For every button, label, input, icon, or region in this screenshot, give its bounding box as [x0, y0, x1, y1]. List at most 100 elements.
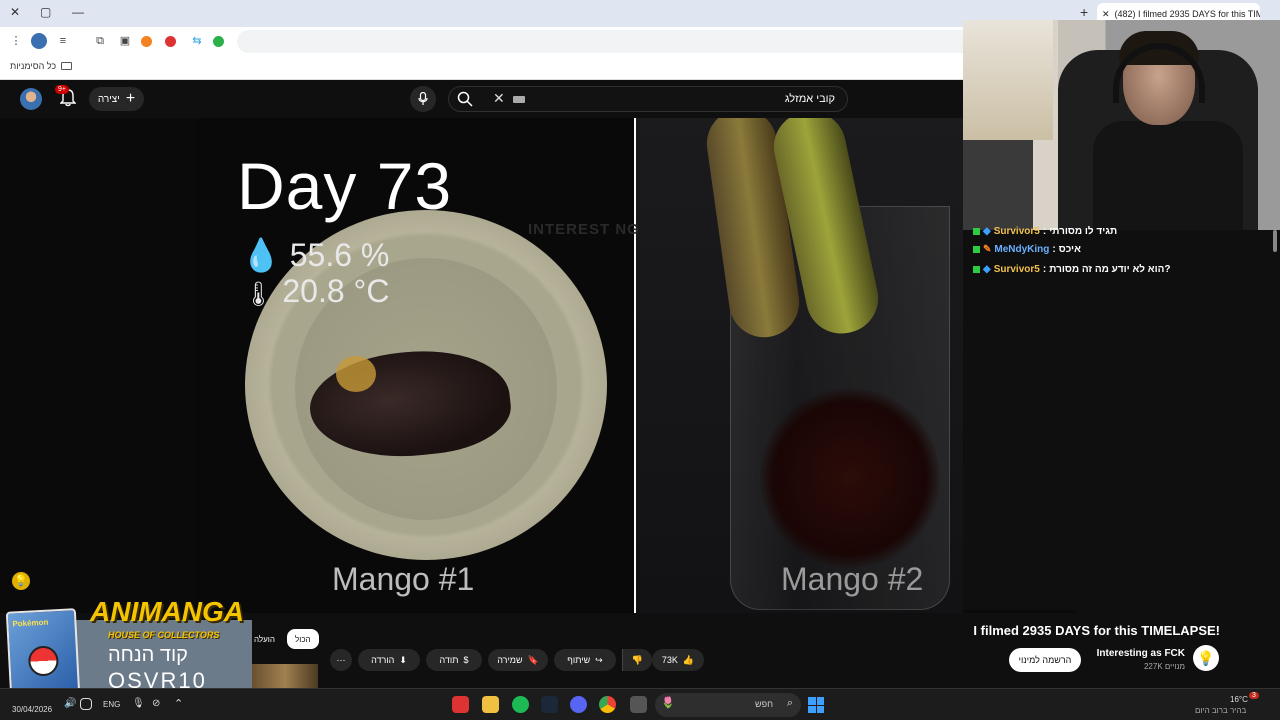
voice-search-button[interactable] [410, 86, 436, 112]
more-dots-icon: ⋯ [336, 654, 346, 665]
super-thanks-icon: $ [463, 655, 469, 665]
windows-start-icon[interactable] [808, 697, 824, 713]
address-bar[interactable] [237, 30, 977, 53]
chat-badge-icon: ◆ [983, 264, 991, 275]
download-button[interactable]: הורדה ⬇ [358, 649, 420, 671]
chat-badge-icon [973, 246, 980, 253]
microphone-tray-icon[interactable]: 🎙 [132, 698, 145, 710]
bed-image [963, 140, 1033, 230]
chat-scrollbar[interactable] [1273, 230, 1277, 252]
profile-icon[interactable] [31, 33, 47, 49]
network-icon[interactable] [80, 698, 92, 710]
display-off-icon[interactable]: ⊘ [152, 698, 164, 710]
windows-taskbar: 30/04/2026 🔊 ENG 🎙 ⊘ ⌃ 🌷 חפש ⌕ 16°C בהיר… [0, 688, 1280, 720]
animanga-subtitle: HOUSE OF COLLECTORS [108, 630, 220, 640]
chat-message: ◆ Survivor5 : הוא לא יודע מה זה מסורת? [973, 264, 1171, 275]
create-label: יצירה [97, 93, 120, 105]
filter-chip-uploads[interactable]: הועלה [250, 629, 279, 649]
channel-avatar[interactable]: 💡 [1193, 645, 1219, 671]
weather-temperature[interactable]: 16°C [1230, 695, 1248, 704]
humidity-value: 55.6 % [289, 237, 390, 273]
menu-icon[interactable]: ⋮ [8, 33, 24, 49]
day-counter: Day 73 [237, 149, 453, 223]
taskbar-date[interactable]: 30/04/2026 [12, 705, 52, 714]
subscribe-button[interactable]: הרשמה למינוי [1009, 648, 1081, 672]
video-player[interactable]: Day 73 💧 55.6 % 🌡 20.8 °C Mango #1 INTER… [0, 118, 1075, 613]
taskbar-app-yellow-icon[interactable] [482, 696, 499, 713]
dislike-button[interactable]: 👎 [622, 649, 652, 671]
sponsor-overlay: Pokémon ANIMANGA HOUSE OF COLLECTORS קוד… [5, 596, 252, 698]
tray-expand-icon[interactable]: ⌃ [174, 697, 186, 710]
humidity-readout: 💧 55.6 % [241, 236, 389, 274]
video-title: I filmed 2935 DAYS for this TIMELAPSE! [973, 623, 1220, 638]
spotify-icon[interactable] [512, 696, 529, 713]
chat-badge-icon [973, 266, 980, 273]
notifications-badge: 9+ [55, 85, 69, 94]
taskbar-search[interactable]: 🌷 חפש ⌕ [655, 693, 801, 717]
tab-groups-icon[interactable]: ▣ [117, 33, 133, 49]
extension-red-icon[interactable] [165, 36, 176, 47]
close-window-icon[interactable]: ✕ [10, 5, 20, 19]
live-chat: ◆ Survivor5 : תגיד לו מסורתי ✎ MeNdyKing… [963, 226, 1280, 610]
like-count: 73K [661, 655, 678, 665]
create-button[interactable]: יצירה + [89, 87, 144, 111]
chat-text: איכס [1058, 244, 1081, 255]
weather-notification-badge: 3 [1249, 692, 1259, 699]
more-actions-button[interactable]: ⋯ [330, 649, 352, 671]
maximize-window-icon[interactable]: ▢ [40, 5, 51, 19]
extensions-icon[interactable]: ⧉ [92, 33, 108, 49]
save-button[interactable]: שמירה 🔖 [488, 649, 548, 671]
chat-badge-icon: ◆ [983, 226, 991, 237]
like-button[interactable]: 73K 👍 [652, 649, 704, 671]
share-button[interactable]: שיתוף ↪ [554, 649, 616, 671]
filter-chip-all[interactable]: הכול [287, 629, 319, 649]
chrome-icon[interactable] [599, 696, 616, 713]
streamer-webcam [963, 20, 1280, 230]
channel-subscribers: 227K מנויים [1143, 662, 1185, 671]
thanks-button[interactable]: תודה $ [426, 649, 482, 671]
clear-search-icon[interactable]: ✕ [493, 90, 505, 107]
task-view-icon[interactable] [630, 696, 647, 713]
chat-badge-icon [973, 228, 980, 235]
taskbar-search-label: חפש [755, 699, 773, 709]
chat-username[interactable]: Survivor5 [994, 264, 1040, 275]
mango1-skin-image [336, 356, 376, 392]
taskbar-app-red-icon[interactable] [452, 696, 469, 713]
search-icon[interactable] [457, 91, 473, 107]
thumbs-down-icon: 👎 [631, 654, 644, 665]
reading-list-icon[interactable]: ≡ [55, 33, 71, 49]
chat-message: ◆ Survivor5 : תגיד לו מסורתי [973, 226, 1117, 237]
discord-icon[interactable] [570, 696, 587, 713]
thanks-label: תודה [439, 655, 459, 665]
extension-green-icon[interactable] [213, 36, 224, 47]
streamer-image [1093, 31, 1243, 230]
temperature-readout: 🌡 20.8 °C [243, 273, 389, 310]
language-indicator[interactable]: ENG [103, 700, 120, 709]
streamer-body [1093, 121, 1243, 230]
pokeball-icon [27, 645, 60, 677]
keyboard-icon[interactable] [513, 96, 525, 103]
droplet-icon: 💧 [241, 237, 281, 273]
volume-icon[interactable]: 🔊 [64, 698, 76, 710]
taskbar-search-widget-icon: 🌷 [661, 697, 675, 709]
weather-description: בהיר ברוב היום [1195, 706, 1247, 715]
chat-username[interactable]: Survivor5 [994, 226, 1040, 237]
search-input[interactable]: קובי אמזלג [785, 93, 835, 105]
steam-icon[interactable] [541, 696, 558, 713]
new-tab-button[interactable]: + [1080, 4, 1088, 20]
chat-username[interactable]: MeNdyKing [994, 244, 1049, 255]
recommended-video-thumbnail[interactable] [252, 664, 318, 688]
channel-name[interactable]: Interesting as FCK [1097, 648, 1185, 659]
extension-orange-icon[interactable] [141, 36, 152, 47]
thermometer-icon: 🌡 [243, 281, 274, 308]
extension-translate-icon[interactable]: ⇆ [189, 33, 205, 49]
all-bookmarks-button[interactable]: כל הסימניות [10, 61, 73, 71]
search-box[interactable]: ✕ קובי אמזלג [448, 86, 848, 112]
avatar[interactable] [20, 88, 42, 110]
all-bookmarks-label: כל הסימניות [10, 61, 57, 71]
share-arrow-icon: ↪ [595, 654, 603, 665]
download-arrow-icon: ⬇ [399, 654, 407, 665]
plus-icon: + [125, 90, 136, 107]
close-tab-icon[interactable]: ✕ [1102, 9, 1110, 20]
minimize-window-icon[interactable]: — [72, 5, 84, 19]
